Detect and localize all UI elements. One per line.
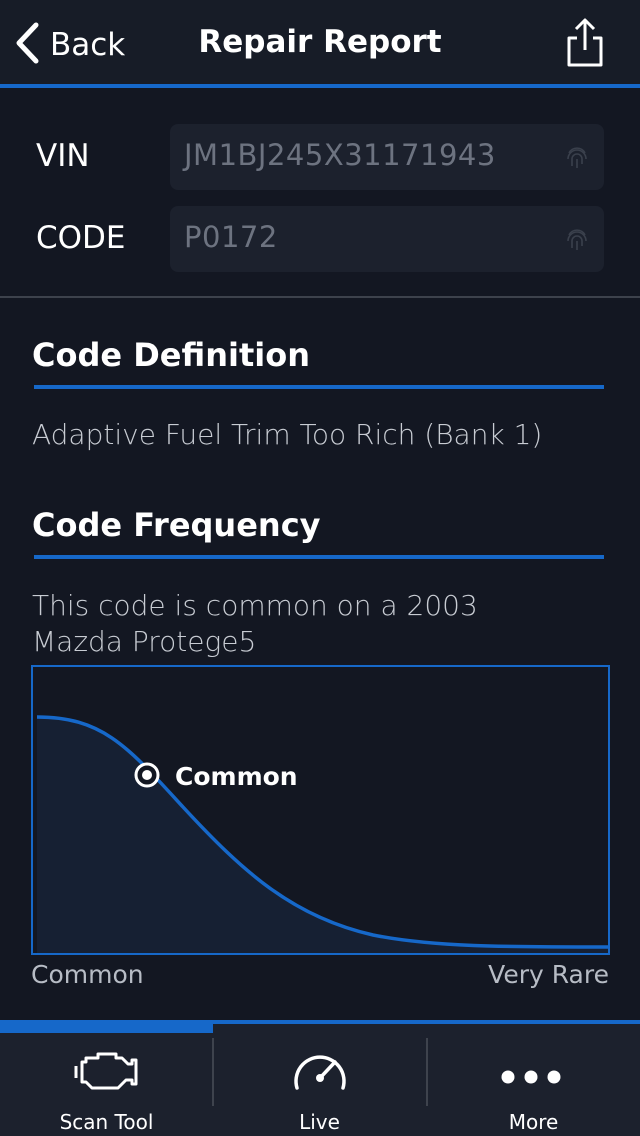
gauge-icon: [213, 1044, 426, 1094]
code-frequency-rule: [34, 555, 604, 559]
code-frequency-text: This code is common on a 2003 Mazda Prot…: [32, 589, 478, 658]
navigation-bar: Back Repair Report: [0, 0, 640, 88]
frequency-chart: Common: [31, 665, 610, 955]
tab-label: More: [508, 1110, 559, 1134]
engine-icon: [0, 1044, 213, 1094]
frequency-marker-label: Common: [175, 762, 298, 791]
frequency-curve: Common: [36, 715, 608, 953]
chevron-left-icon: [14, 21, 40, 69]
more-dots-icon: [427, 1044, 640, 1094]
share-icon: [562, 18, 608, 74]
back-label: Back: [50, 27, 126, 63]
code-field[interactable]: P0172: [170, 206, 604, 272]
axis-label-right: Very Rare: [488, 960, 609, 989]
code-value: P0172: [184, 220, 278, 254]
code-frequency-title: Code Frequency: [32, 506, 321, 544]
vin-field[interactable]: JM1BJ245X31171943: [170, 124, 604, 190]
vin-row: VIN JM1BJ245X31171943: [0, 124, 640, 192]
tab-label: Scan Tool: [59, 1110, 154, 1134]
tab-scan-tool[interactable]: Scan Tool: [0, 1034, 213, 1136]
tab-label: Live: [299, 1110, 340, 1134]
active-tab-indicator: [0, 1020, 213, 1033]
navbar-accent-line: [0, 84, 640, 88]
share-button[interactable]: [562, 16, 608, 70]
vin-label: VIN: [36, 138, 90, 174]
tab-live[interactable]: Live: [213, 1034, 426, 1136]
code-row: CODE P0172: [0, 206, 640, 274]
back-button[interactable]: Back: [14, 22, 125, 68]
axis-label-left: Common: [31, 960, 144, 989]
fingerprint-icon: [564, 144, 590, 170]
code-definition-title: Code Definition: [32, 336, 310, 374]
code-definition-text: Adaptive Fuel Trim Too Rich (Bank 1): [32, 418, 543, 451]
code-definition-rule: [34, 385, 604, 389]
form-divider: [0, 296, 640, 298]
fingerprint-icon: [564, 226, 590, 252]
vin-value: JM1BJ245X31171943: [184, 138, 496, 172]
code-label: CODE: [36, 220, 126, 256]
tab-more[interactable]: More: [427, 1034, 640, 1136]
